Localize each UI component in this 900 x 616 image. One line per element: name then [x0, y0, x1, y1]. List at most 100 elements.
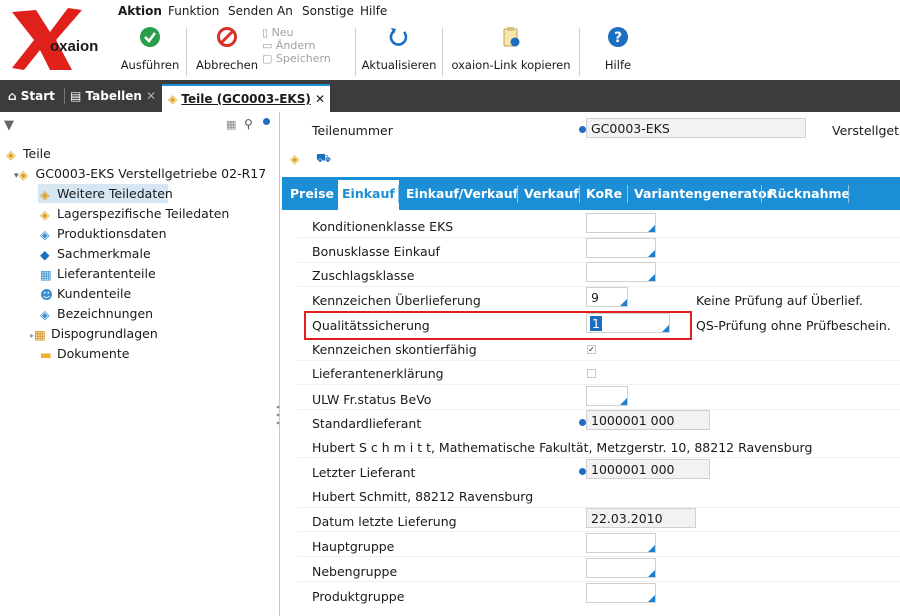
filter-icon[interactable]: ▼ [4, 118, 14, 133]
toolbar-divider [579, 28, 580, 76]
tab-einkauf-verkauf[interactable]: Einkauf/Verkauf [406, 177, 518, 210]
labels-icon: ◈ [40, 307, 50, 322]
zuschlagsklasse-field[interactable] [586, 262, 656, 282]
info-icon[interactable] [579, 419, 586, 426]
tree-item-label: Dokumente [57, 346, 130, 361]
ulw-field[interactable] [586, 386, 628, 406]
lieferantenerklaerung-checkbox[interactable] [587, 369, 596, 378]
dropdown-corner-icon [620, 299, 627, 306]
ueberlieferung-field[interactable]: 9 [586, 287, 628, 307]
skonto-checkbox[interactable]: ✓ [587, 345, 596, 354]
tree-item-label: GC0003-EKS Verstellgetriebe 02-R17 [35, 166, 267, 181]
tree-item-part[interactable]: ▾◈ GC0003-EKS Verstellgetriebe 02-R17 [14, 164, 266, 184]
toolbar-divider [355, 28, 356, 76]
tab-ruecknahme[interactable]: Rücknahme [768, 177, 850, 210]
konditionenklasse-field[interactable] [586, 213, 656, 233]
tab-einkauf[interactable]: Einkauf [338, 180, 399, 210]
tree-item-sachmerkmale[interactable]: ◆ Sachmerkmale [40, 244, 151, 264]
tab-teile-label: Teile (GC0003-EKS) [181, 92, 311, 106]
toolbar-divider [442, 28, 443, 76]
tree-item-dokumente[interactable]: ▬ Dokumente [40, 344, 129, 364]
tab-preise[interactable]: Preise [290, 177, 334, 210]
tree-item-lagerspezifische[interactable]: ◈ Lagerspezifische Teiledaten [40, 204, 229, 224]
menu-sonstige[interactable]: Sonstige [302, 4, 354, 18]
part-number-field[interactable]: GC0003-EKS [586, 118, 806, 138]
dropdown-corner-icon [662, 325, 669, 332]
tab-variantengenerator[interactable]: Variantengenerator [634, 177, 773, 210]
tab-verkauf[interactable]: Verkauf [524, 177, 579, 210]
subtab-divider [398, 185, 399, 203]
skonto-label: Kennzeichen skontierfähig [312, 342, 477, 357]
row-separator [298, 556, 900, 557]
close-icon[interactable]: ✕ [315, 92, 325, 106]
hauptgruppe-field[interactable] [586, 533, 656, 553]
tree-item-weitere-teiledaten[interactable]: ◈ Weitere Teiledaten [40, 184, 173, 204]
letzter-lieferant-address: Hubert Schmitt, 88212 Ravensburg [312, 489, 534, 504]
tree-item-lieferantenteile[interactable]: ▦ Lieferantenteile [40, 264, 156, 284]
tree-item-produktionsdaten[interactable]: ◈ Produktionsdaten [40, 224, 167, 244]
copy-link-button[interactable]: oxaion-Link kopieren [446, 26, 576, 76]
tab-start[interactable]: ⌂ Start [8, 80, 55, 112]
tree-item-bezeichnungen[interactable]: ◈ Bezeichnungen [40, 304, 153, 324]
letzter-lieferant-field[interactable]: 1000001 000 [586, 459, 710, 479]
menu-senden-an[interactable]: Senden An [228, 4, 293, 18]
refresh-button[interactable]: Aktualisieren [359, 26, 439, 76]
tab-tables[interactable]: ▤ Tabellen ✕ [70, 80, 156, 112]
menu-funktion[interactable]: Funktion [168, 4, 219, 18]
part-number-value: GC0003-EKS [591, 121, 670, 136]
folder-icon: ▬ [40, 347, 52, 362]
zuschlagsklasse-label: Zuschlagsklasse [312, 268, 415, 283]
bonusklasse-label: Bonusklasse Einkauf [312, 244, 440, 259]
tree-item-teile[interactable]: ◈ Teile [6, 144, 51, 164]
customer-icon: ☻ [40, 287, 54, 302]
tree-filter-icon[interactable]: ▦ [226, 118, 236, 131]
bonusklasse-field[interactable] [586, 238, 656, 258]
save-button[interactable]: ▢ Speichern [262, 52, 331, 65]
subtab-divider [517, 185, 518, 203]
logo-text: oxaion [50, 38, 99, 55]
oxaion-logo: oxaion [10, 4, 110, 74]
produktgruppe-field[interactable] [586, 583, 656, 603]
cancel-button[interactable]: Abbrechen [192, 26, 262, 76]
new-label: Neu [271, 26, 294, 39]
datum-field[interactable]: 22.03.2010 [586, 508, 696, 528]
save-icon: ▢ [262, 52, 273, 65]
nebengruppe-field[interactable] [586, 558, 656, 578]
new-button[interactable]: ▯ Neu [262, 26, 331, 39]
tab-kore[interactable]: KoRe [586, 177, 622, 210]
part-icon: ◈ [18, 167, 29, 182]
help-button[interactable]: ? Hilfe [590, 26, 646, 76]
tab-strip: ⌂ Start ▤ Tabellen ✕ [0, 80, 900, 112]
menu-hilfe[interactable]: Hilfe [360, 4, 387, 18]
standardlieferant-field[interactable]: 1000001 000 [586, 410, 710, 430]
copy-link-label: oxaion-Link kopieren [451, 58, 571, 72]
splitter-handle[interactable] [276, 404, 280, 426]
tab-teile-active[interactable]: ◈ Teile (GC0003-EKS) ✕ [162, 84, 330, 112]
qualitaetssicherung-value: 1 [590, 316, 602, 331]
row-separator [298, 457, 900, 458]
tree-item-kundenteile[interactable]: ☻ Kundenteile [40, 284, 131, 304]
info-icon[interactable] [579, 126, 586, 133]
menu-aktion[interactable]: Aktion [118, 4, 162, 18]
hauptgruppe-label: Hauptgruppe [312, 539, 395, 554]
subtab-divider [761, 185, 762, 203]
tree-item-label: Sachmerkmale [57, 246, 151, 261]
change-button[interactable]: ▭ Ändern [262, 39, 331, 52]
part-icon: ◈ [40, 207, 50, 222]
letzter-lieferant-value: 1000001 000 [591, 462, 675, 477]
dropdown-corner-icon [648, 274, 655, 281]
dropdown-corner-icon [648, 250, 655, 257]
production-icon: ◈ [40, 227, 50, 242]
close-icon[interactable]: ✕ [146, 89, 156, 103]
truck-icon[interactable]: ⛟ [316, 151, 331, 167]
datum-value: 22.03.2010 [591, 511, 663, 526]
binoculars-icon[interactable]: ⚲ [244, 117, 253, 131]
row-separator [298, 531, 900, 532]
qualitaetssicherung-description: QS-Prüfung ohne Prüfbeschein. [696, 318, 891, 333]
qualitaetssicherung-field[interactable]: 1 [586, 313, 670, 333]
execute-button[interactable]: Ausführen [118, 26, 182, 76]
tree-item-dispogrundlagen[interactable]: ▸▦ Dispogrundlagen [30, 324, 158, 344]
row-separator [298, 384, 900, 385]
tree-item-label: Weitere Teiledaten [57, 186, 173, 201]
info-icon[interactable] [579, 468, 586, 475]
